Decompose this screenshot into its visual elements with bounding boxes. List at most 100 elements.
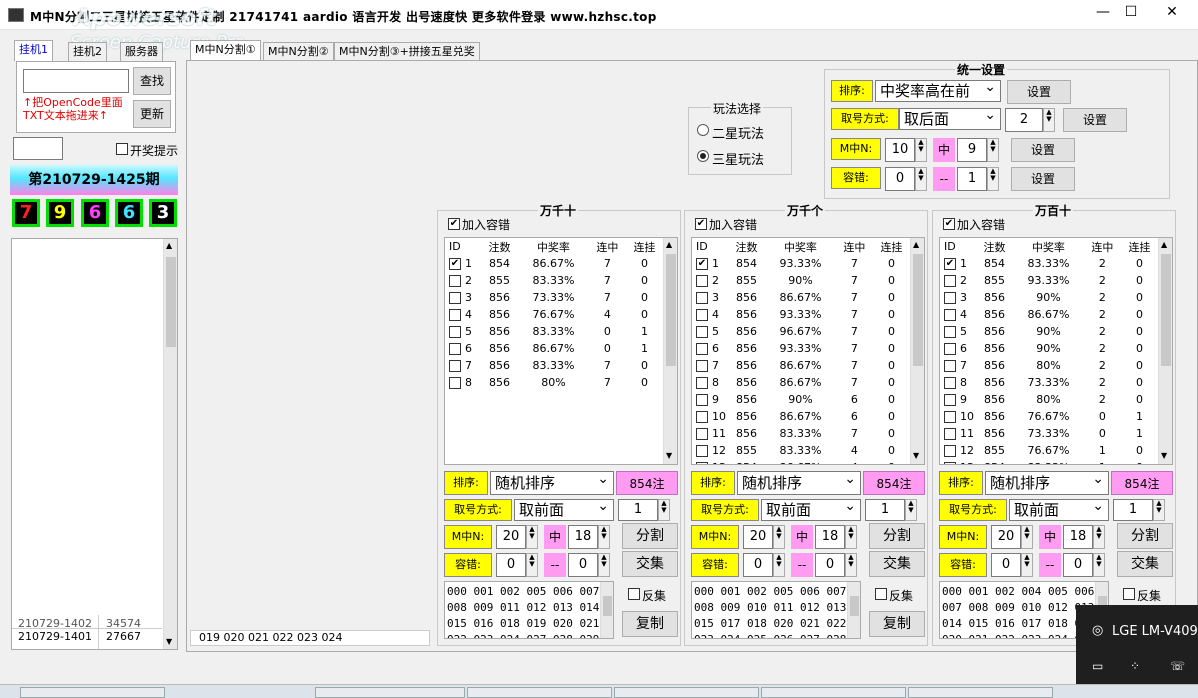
n-spinner[interactable]: ▲ ▼ [598,525,610,549]
tab-split1[interactable]: M中N分割① [190,40,261,61]
err1-spinner[interactable]: ▲ ▼ [1021,553,1033,577]
table-row[interactable]: 2 855 90% 7 0 [692,272,910,289]
rong-checkbox[interactable]: ✔ [695,218,707,230]
table-row[interactable]: 12 855 83.33% 4 0 [692,442,910,459]
result-list[interactable]: ID 注数 中奖率 连中 连挂 ✔ 1 854 83.33% 2 0 2 855 93.3… [939,237,1173,465]
table-row[interactable]: 4 856 93.33% 7 0 [692,306,910,323]
err2-input[interactable]: 0 [568,553,598,577]
row-checkbox[interactable] [696,326,708,338]
col-header[interactable]: ID [445,238,481,255]
table-row[interactable]: 5 856 83.33% 0 1 [445,323,663,340]
tab-split3[interactable]: M中N分割③+拼接五星兑奖 [334,42,480,61]
row-checkbox[interactable] [944,343,956,355]
u-take-num[interactable]: 2 [1005,108,1043,132]
result-scroll-thumb[interactable] [1161,254,1171,366]
history-list[interactable]: ▲ ▼ 210729-1402 34574 210729-1401 27667 [11,238,178,650]
table-row[interactable]: 6 856 86.67% 0 1 [445,340,663,357]
row-checkbox[interactable] [696,377,708,389]
rong-checkbox[interactable]: ✔ [943,218,955,230]
history-scroll-thumb[interactable] [166,257,176,347]
col-header[interactable]: 连挂 [873,238,910,255]
col-header[interactable]: 中奖率 [1013,238,1084,255]
m-input[interactable]: 20 [991,525,1021,549]
u-err-set-button[interactable]: 设置 [1011,167,1075,191]
row-checkbox[interactable] [696,343,708,355]
col-header[interactable]: 连中 [589,238,626,255]
intersect-button[interactable]: 交集 [869,551,925,577]
table-row[interactable]: 4 856 76.67% 4 0 [445,306,663,323]
u-take-set-button[interactable]: 设置 [1063,108,1127,132]
result-scrollbar[interactable]: ▲ ▼ [1158,238,1172,464]
table-row[interactable]: 7 856 83.33% 7 0 [445,357,663,374]
row-checkbox[interactable] [449,377,461,389]
history-scrollbar[interactable]: ▲ ▼ [163,239,177,649]
row-checkbox[interactable] [944,428,956,440]
tab-split2[interactable]: M中N分割② [263,42,334,61]
table-row[interactable]: 10 856 76.67% 0 1 [940,408,1158,425]
table-row[interactable]: 9 856 80% 2 0 [940,391,1158,408]
table-row[interactable]: 5 856 96.67% 7 0 [692,323,910,340]
table-row[interactable]: 8 856 80% 7 0 [445,374,663,391]
rong-checkbox[interactable]: ✔ [448,218,460,230]
radio-two-star[interactable] [697,124,709,136]
col-header[interactable]: 连中 [1084,238,1121,255]
row-checkbox[interactable] [944,411,956,423]
err2-spinner[interactable]: ▲ ▼ [598,553,610,577]
copy-button[interactable]: 复制 [622,611,678,637]
taskbar-item[interactable] [761,687,906,698]
n-spinner[interactable]: ▲ ▼ [1093,525,1105,549]
row-checkbox[interactable] [696,411,708,423]
row-checkbox[interactable] [944,445,956,457]
row-checkbox[interactable]: ✔ [449,258,461,270]
row-checkbox[interactable] [944,326,956,338]
take-num[interactable]: 1 [865,499,905,521]
row-checkbox[interactable] [696,309,708,321]
err2-spinner[interactable]: ▲ ▼ [845,553,857,577]
table-row[interactable]: ✔ 1 854 86.67% 7 0 [445,255,663,272]
n-input[interactable]: 18 [1063,525,1093,549]
err1-spinner[interactable]: ▲ ▼ [773,553,785,577]
table-row[interactable]: 6 856 90% 2 0 [940,340,1158,357]
taskbar-item[interactable] [908,687,1053,698]
col-header[interactable]: 注数 [728,238,765,255]
u-err2-spinner[interactable]: ▲ ▼ [987,167,999,191]
row-checkbox[interactable] [449,275,461,287]
col-header[interactable]: 连挂 [1121,238,1158,255]
u-err2-input[interactable]: 1 [957,167,987,191]
row-checkbox[interactable] [696,394,708,406]
u-m-input[interactable]: 10 [885,138,915,162]
anti-checkbox[interactable] [1123,588,1135,600]
table-row[interactable]: 8 856 73.33% 2 0 [940,374,1158,391]
row-checkbox[interactable]: ✔ [696,258,708,270]
u-err1-input[interactable]: 0 [885,167,915,191]
result-textarea[interactable]: 000 001 002 005 006 007 008 009 010 011 … [691,581,861,639]
table-row[interactable]: ✔ 1 854 93.33% 7 0 [692,255,910,272]
m-input[interactable]: 20 [743,525,773,549]
row-checkbox[interactable] [696,428,708,440]
intersect-button[interactable]: 交集 [622,551,678,577]
take-spinner[interactable]: ▲ ▼ [1153,499,1165,521]
scroll-up-icon[interactable]: ▲ [1161,240,1167,249]
table-row[interactable]: 13 854 83.33% 1 0 [940,459,1158,464]
n-input[interactable]: 18 [568,525,598,549]
take-select[interactable]: 取前面 [1009,496,1109,521]
taskbar-item[interactable] [614,687,759,698]
table-row[interactable]: 13 854 86.67% 4 0 [692,459,910,464]
sort-select[interactable]: 随机排序 [985,468,1109,495]
u-take-spinner[interactable]: ▲ ▼ [1043,108,1055,132]
u-n-input[interactable]: 9 [957,138,987,162]
table-row[interactable]: 8 856 86.67% 7 0 [692,374,910,391]
table-row[interactable]: 12 855 76.67% 1 0 [940,442,1158,459]
err1-input[interactable]: 0 [496,553,526,577]
anti-checkbox[interactable] [875,588,887,600]
row-checkbox[interactable] [696,275,708,287]
device-notification[interactable]: ◎ LGE LM-V409 ▭ ⁘ ☏ [1076,605,1198,684]
row-checkbox[interactable] [944,309,956,321]
file-input[interactable] [23,69,129,93]
taskbar-item[interactable] [315,687,465,698]
u-err1-spinner[interactable]: ▲ ▼ [915,167,927,191]
close-icon[interactable]: ✕ [1155,0,1189,26]
row-checkbox[interactable] [449,309,461,321]
err2-input[interactable]: 0 [815,553,845,577]
table-row[interactable]: 9 856 90% 6 0 [692,391,910,408]
